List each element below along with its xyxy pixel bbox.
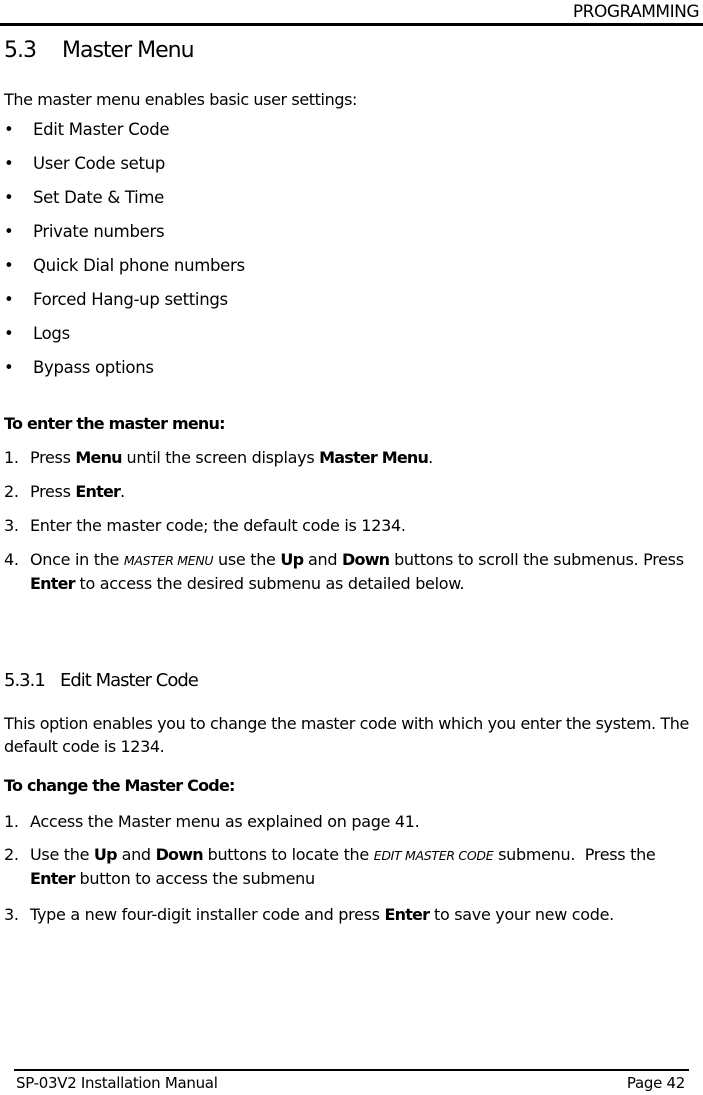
step-item: 3. Enter the master code; the default co… — [4, 516, 406, 535]
list-item: • Private numbers — [4, 222, 165, 241]
list-item: • Quick Dial phone numbers — [4, 256, 245, 275]
section-heading: 5.3 Master Menu — [4, 38, 195, 63]
header-section-label: PROGRAMMING — [572, 2, 700, 22]
bullet-icon: • — [4, 154, 14, 173]
bullet-icon: • — [4, 358, 14, 377]
key-enter: Enter — [30, 869, 76, 888]
section-intro: The master menu enables basic user setti… — [4, 90, 358, 109]
key-up: Up — [93, 845, 118, 864]
bullet-icon: • — [4, 120, 14, 139]
step-item: 2. Use the Up and Down buttons to locate… — [4, 845, 661, 888]
enter-menu-heading: To enter the master menu: — [4, 414, 225, 433]
step-item: 2. Press Enter. — [4, 482, 125, 501]
list-item: • Forced Hang-up settings — [4, 290, 228, 309]
key-enter: Enter — [384, 905, 430, 924]
subsection-description: This option enables you to change the ma… — [4, 714, 689, 756]
key-down: Down — [155, 845, 204, 864]
bullet-icon: • — [4, 222, 14, 241]
manual-name: SP-03V2 Installation Manual — [16, 1074, 218, 1092]
change-code-heading: To change the Master Code: — [4, 776, 235, 795]
page-number: Page 42 — [626, 1074, 685, 1092]
key-enter: Enter — [75, 482, 121, 501]
step-item: 4. Once in the Master Menu use the Up an… — [4, 550, 684, 593]
key-enter: Enter — [30, 574, 76, 593]
display-master-menu: Master Menu — [319, 448, 429, 467]
step-item: 3. Type a new four-digit installer code … — [4, 905, 614, 924]
list-item: • Set Date & Time — [4, 188, 165, 207]
key-menu: Menu — [75, 448, 122, 467]
subsection-number: 5.3.1 — [4, 670, 46, 691]
step-item: 1. Access the Master menu as explained o… — [4, 812, 420, 831]
bullet-icon: • — [4, 188, 14, 207]
bullet-icon: • — [4, 290, 14, 309]
bullet-icon: • — [4, 324, 14, 343]
step-item: 1. Press Menu until the screen displays … — [4, 448, 433, 467]
menu-name-master-menu: Master Menu — [123, 553, 214, 568]
key-down: Down — [342, 550, 390, 569]
subsection-heading: 5.3.1 Edit Master Code — [4, 670, 199, 691]
list-item: • Edit Master Code — [4, 120, 170, 139]
section-title: Master Menu — [62, 38, 195, 63]
list-item: • User Code setup — [4, 154, 165, 173]
header-divider — [0, 23, 703, 26]
subsection-title: Edit Master Code — [60, 670, 199, 691]
menu-name-edit-master-code: Edit Master Code — [373, 848, 494, 863]
section-number: 5.3 — [4, 38, 37, 63]
list-item: • Logs — [4, 324, 70, 343]
list-item: • Bypass options — [4, 358, 154, 377]
key-up: Up — [280, 550, 304, 569]
bullet-icon: • — [4, 256, 14, 275]
footer-divider — [14, 1069, 689, 1071]
